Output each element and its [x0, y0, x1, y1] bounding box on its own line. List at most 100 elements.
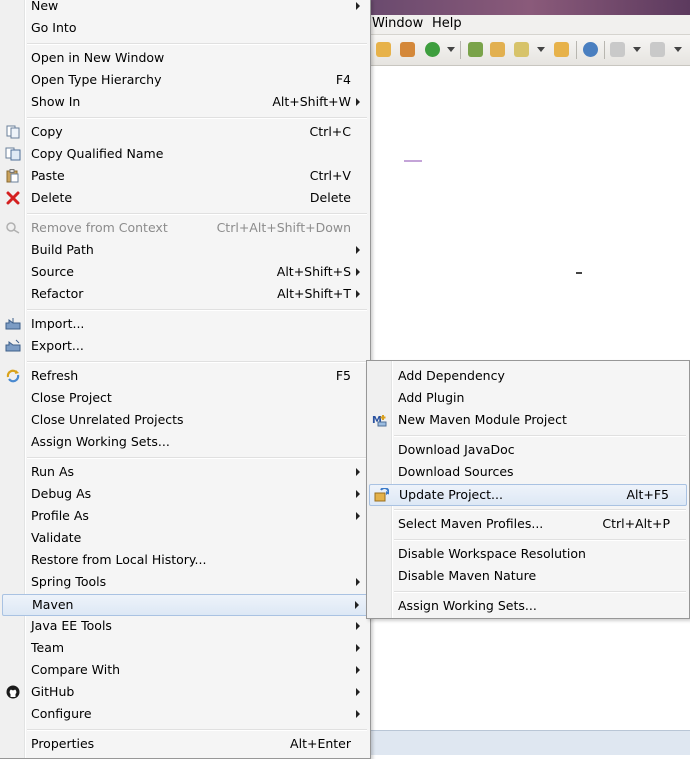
search-dropdown-icon[interactable] — [537, 47, 545, 52]
menu-item-copy[interactable]: Copy Ctrl+C — [2, 121, 368, 143]
menu-separator — [27, 117, 367, 119]
import-icon — [5, 317, 21, 331]
submenu-arrow-icon — [356, 666, 360, 674]
menu-item-spring-tools[interactable]: Spring Tools — [2, 571, 368, 593]
menu-item-compare-with[interactable]: Compare With — [2, 659, 368, 681]
submenu-item-add-plugin[interactable]: Add Plugin — [369, 387, 687, 409]
submenu-arrow-icon — [355, 601, 359, 609]
submenu-item-disable-workspace-resolution[interactable]: Disable Workspace Resolution — [369, 543, 687, 565]
copy-qualified-name-icon — [5, 147, 21, 161]
menu-separator — [27, 309, 367, 311]
submenu-arrow-icon — [356, 578, 360, 586]
maven-submenu: Add Dependency Add Plugin M New Maven Mo… — [366, 360, 690, 619]
ide-status-area — [370, 730, 690, 755]
submenu-arrow-icon — [356, 246, 360, 254]
refresh-icon — [5, 369, 21, 383]
copy-icon — [5, 125, 21, 139]
next-annotation-dropdown-icon[interactable] — [633, 47, 641, 52]
menu-item-delete[interactable]: Delete Delete — [2, 187, 368, 209]
menu-item-show-in[interactable]: Show In Alt+Shift+W — [2, 91, 368, 113]
next-annotation-icon[interactable] — [610, 42, 625, 57]
submenu-item-add-dependency[interactable]: Add Dependency — [369, 365, 687, 387]
new-java-class-icon[interactable] — [400, 42, 415, 57]
submenu-item-download-sources[interactable]: Download Sources — [369, 461, 687, 483]
menu-item-team[interactable]: Team — [2, 637, 368, 659]
menu-item-debug-as[interactable]: Debug As — [2, 483, 368, 505]
menu-window[interactable]: Window — [372, 16, 423, 31]
remove-context-icon — [5, 221, 21, 235]
menu-item-close-unrelated-projects[interactable]: Close Unrelated Projects — [2, 409, 368, 431]
open-folder-icon[interactable] — [490, 42, 505, 57]
menu-separator — [394, 435, 686, 437]
toolbar-separator — [576, 41, 577, 59]
maven-module-icon: M — [372, 413, 388, 427]
previous-annotation-dropdown-icon[interactable] — [674, 47, 682, 52]
menu-item-go-into[interactable]: Go Into — [2, 17, 368, 39]
submenu-arrow-icon — [356, 644, 360, 652]
menu-help[interactable]: Help — [432, 16, 462, 31]
project-context-menu: New Go Into Open in New Window Open Type… — [0, 0, 371, 759]
menu-item-build-path[interactable]: Build Path — [2, 239, 368, 261]
menu-item-java-ee-tools[interactable]: Java EE Tools — [2, 615, 368, 637]
submenu-item-select-maven-profiles[interactable]: Select Maven Profiles... Ctrl+Alt+P — [369, 513, 687, 535]
ide-toolbar — [370, 35, 690, 66]
menu-item-validate[interactable]: Validate — [2, 527, 368, 549]
menu-item-source[interactable]: Source Alt+Shift+S — [2, 261, 368, 283]
globe-icon[interactable] — [583, 42, 598, 57]
previous-annotation-icon[interactable] — [650, 42, 665, 57]
menu-item-restore-from-local-history[interactable]: Restore from Local History... — [2, 549, 368, 571]
menu-item-refresh[interactable]: Refresh F5 — [2, 365, 368, 387]
editor-mark — [404, 160, 422, 162]
menu-item-new[interactable]: New — [2, 0, 368, 17]
submenu-arrow-icon — [356, 468, 360, 476]
run-icon[interactable] — [425, 42, 440, 57]
menu-separator — [394, 539, 686, 541]
menu-item-paste[interactable]: Paste Ctrl+V — [2, 165, 368, 187]
window-title-bar — [370, 0, 690, 15]
run-dropdown-icon[interactable] — [447, 47, 455, 52]
menu-item-properties[interactable]: Properties Alt+Enter — [2, 733, 368, 755]
menu-item-profile-as[interactable]: Profile As — [2, 505, 368, 527]
ide-menubar: Window Help — [370, 15, 690, 35]
menu-item-github[interactable]: GitHub — [2, 681, 368, 703]
submenu-item-new-maven-module-project[interactable]: M New Maven Module Project — [369, 409, 687, 431]
update-project-icon — [373, 488, 389, 502]
export-icon — [5, 339, 21, 353]
toolbar-separator — [460, 41, 461, 59]
menu-separator — [27, 43, 367, 45]
menu-item-maven[interactable]: Maven — [2, 594, 368, 616]
submenu-arrow-icon — [356, 490, 360, 498]
submenu-item-disable-maven-nature[interactable]: Disable Maven Nature — [369, 565, 687, 587]
submenu-item-download-javadoc[interactable]: Download JavaDoc — [369, 439, 687, 461]
submenu-item-assign-working-sets[interactable]: Assign Working Sets... — [369, 595, 687, 617]
menu-item-assign-working-sets[interactable]: Assign Working Sets... — [2, 431, 368, 453]
new-java-package-icon[interactable] — [376, 42, 391, 57]
menu-item-open-type-hierarchy[interactable]: Open Type Hierarchy F4 — [2, 69, 368, 91]
menu-item-refactor[interactable]: Refactor Alt+Shift+T — [2, 283, 368, 305]
submenu-arrow-icon — [356, 268, 360, 276]
submenu-item-update-project[interactable]: Update Project... Alt+F5 — [369, 484, 687, 506]
menu-item-import[interactable]: Import... — [2, 313, 368, 335]
menu-item-remove-from-context: Remove from Context Ctrl+Alt+Shift+Down — [2, 217, 368, 239]
search-icon[interactable] — [514, 42, 529, 57]
menu-separator — [27, 361, 367, 363]
open-type-icon[interactable] — [468, 42, 483, 57]
submenu-arrow-icon — [356, 622, 360, 630]
menu-item-run-as[interactable]: Run As — [2, 461, 368, 483]
toolbar-separator — [604, 41, 605, 59]
menu-separator — [27, 213, 367, 215]
editor-mark — [576, 272, 582, 274]
menu-item-export[interactable]: Export... — [2, 335, 368, 357]
menu-separator — [27, 457, 367, 459]
menu-item-copy-qualified-name[interactable]: Copy Qualified Name — [2, 143, 368, 165]
open-resource-icon[interactable] — [554, 42, 569, 57]
menu-separator — [394, 509, 686, 511]
submenu-arrow-icon — [356, 2, 360, 10]
menu-separator — [27, 729, 367, 731]
submenu-arrow-icon — [356, 688, 360, 696]
menu-item-open-in-new-window[interactable]: Open in New Window — [2, 47, 368, 69]
menu-item-configure[interactable]: Configure — [2, 703, 368, 725]
submenu-arrow-icon — [356, 512, 360, 520]
submenu-arrow-icon — [356, 98, 360, 106]
menu-item-close-project[interactable]: Close Project — [2, 387, 368, 409]
